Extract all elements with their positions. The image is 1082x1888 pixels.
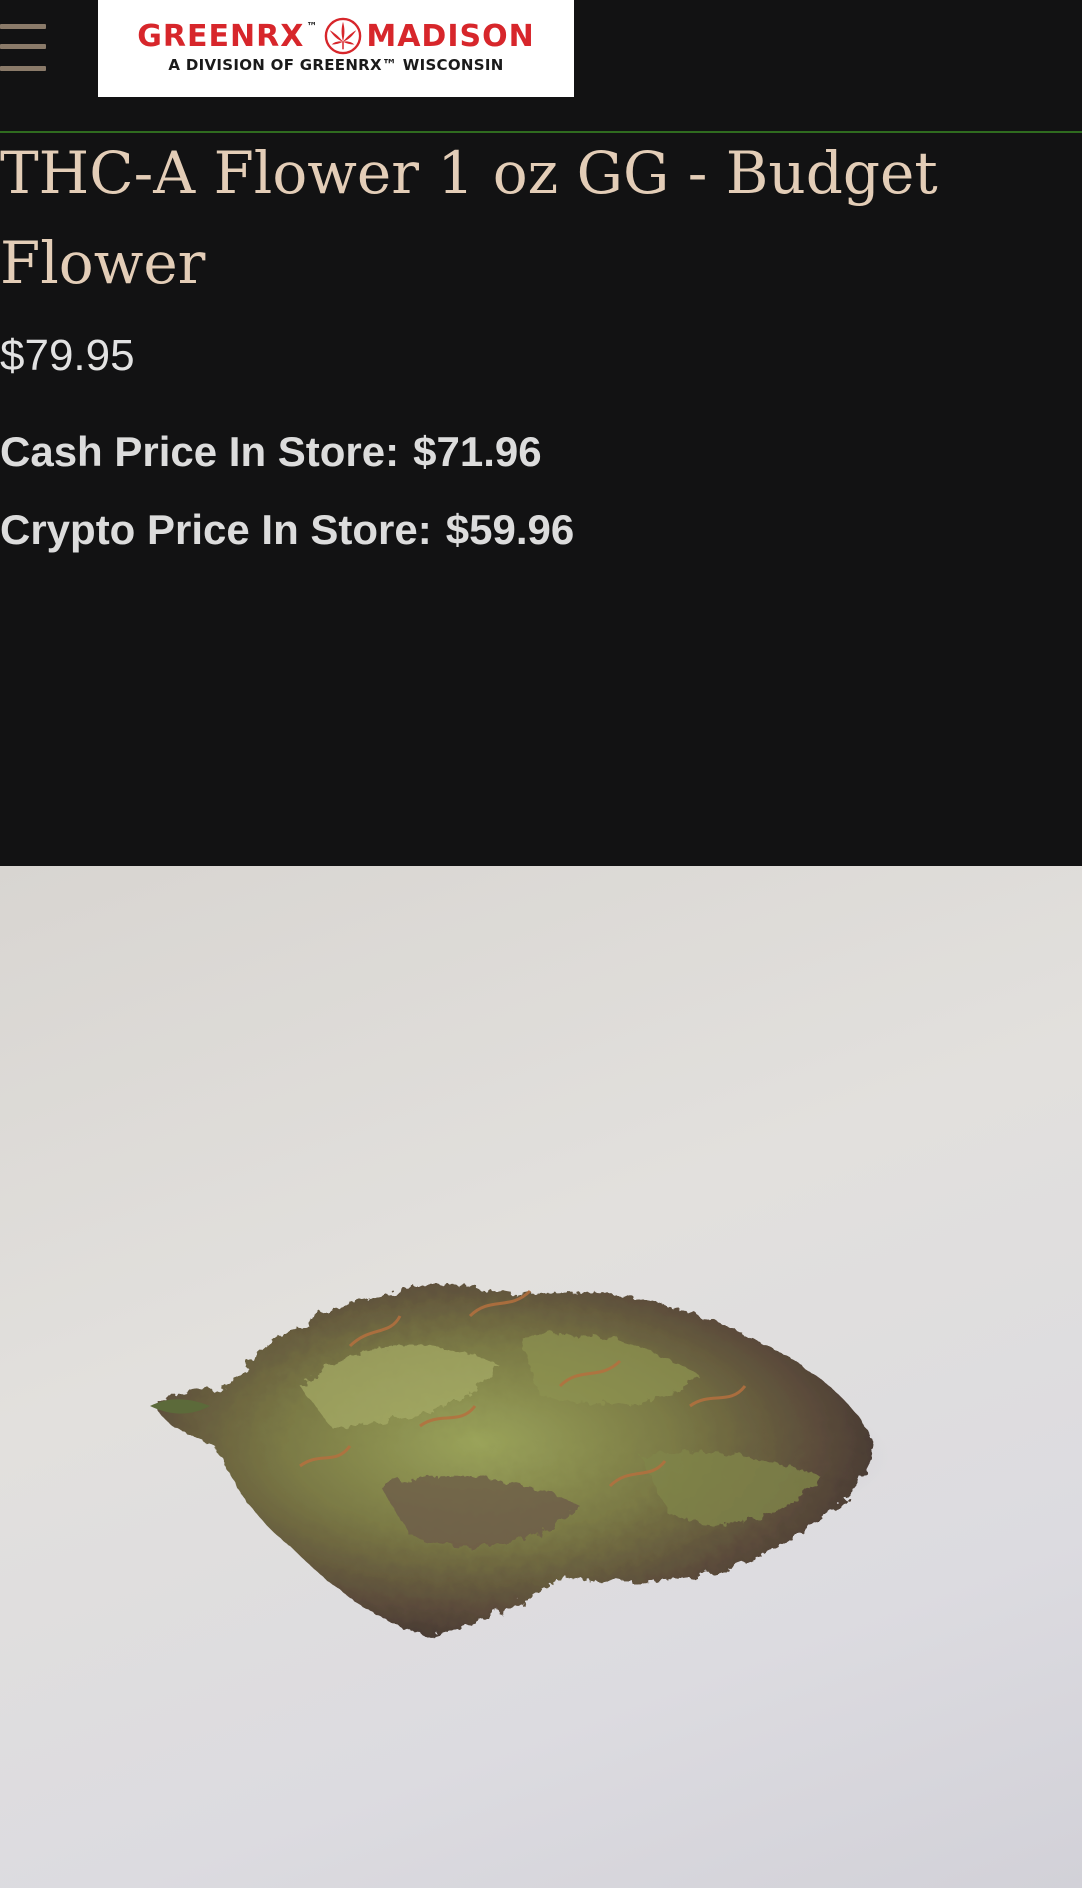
- cash-price-value: $71.96: [413, 428, 542, 475]
- hamburger-menu-icon[interactable]: [0, 20, 48, 78]
- logo-brand-right: MADISON: [366, 18, 535, 54]
- crypto-price-row: Crypto Price In Store: $59.96: [0, 503, 574, 557]
- product-title: THC-A Flower 1 oz GG - Budget Flower: [0, 139, 938, 297]
- site-logo[interactable]: GREENRX ™ MADISON A DIVISION OF GREENRX™…: [98, 0, 574, 97]
- crypto-price-value: $59.96: [445, 506, 575, 553]
- menu-bar: [0, 44, 46, 49]
- menu-bar: [0, 66, 46, 71]
- cash-price-label: Cash Price In Store:: [0, 428, 400, 475]
- product-price: $79.95: [0, 331, 135, 380]
- logo-brand-left: GREENRX: [137, 18, 305, 54]
- product-image[interactable]: [0, 866, 1082, 1888]
- site-header: GREENRX ™ MADISON A DIVISION OF GREENRX™…: [0, 0, 1082, 133]
- cannabis-leaf-icon: [325, 17, 362, 55]
- cannabis-bud-illustration: [150, 1284, 890, 1636]
- cash-price-row: Cash Price In Store: $71.96: [0, 425, 542, 479]
- logo-wordmark: GREENRX ™ MADISON: [110, 14, 562, 58]
- crypto-price-label: Crypto Price In Store:: [0, 506, 432, 553]
- logo-trademark: ™: [306, 19, 319, 33]
- menu-bar: [0, 24, 46, 29]
- logo-tagline: A DIVISION OF GREENRX™ WISCONSIN: [168, 56, 504, 74]
